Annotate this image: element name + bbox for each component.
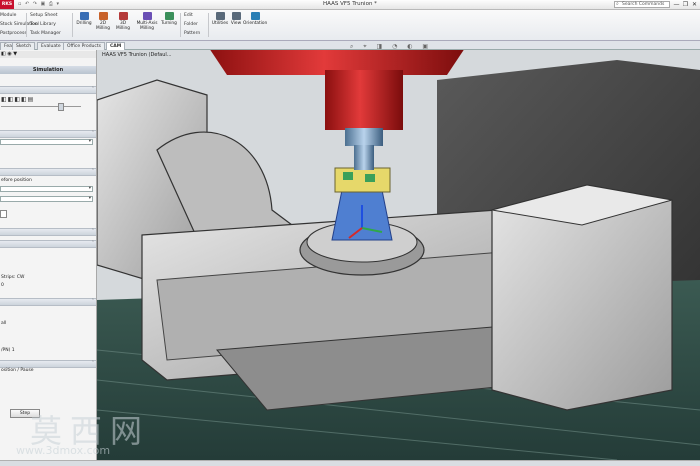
before-position-label: efore position [1, 178, 32, 183]
status-bar [0, 460, 700, 466]
all-label: all [1, 321, 7, 326]
machine-simulation-scene [97, 50, 700, 460]
task-manager-button[interactable]: Task Manager [30, 31, 61, 36]
tab-evaluate[interactable]: Evaluate [37, 42, 65, 50]
utilities-button[interactable]: Utilities [211, 12, 229, 26]
utilities-icon [215, 12, 225, 20]
3d-milling-icon [118, 12, 128, 20]
ribbon: Module Stock Simulation Postprocess Setu… [0, 10, 700, 41]
pattern-button[interactable]: Pattern [184, 31, 200, 36]
window-title: HAAS VF5 Trunion * [323, 1, 377, 7]
ribbon-left-item-postprocess[interactable]: Postprocess [0, 31, 27, 36]
heads-up-view-toolbar[interactable]: ⌕ ⌖ ◨ ◔ ◐ ▣ [350, 43, 432, 51]
edit-button[interactable]: Edit [184, 13, 193, 18]
ribbon-separator [180, 13, 181, 37]
drilling-icon [79, 12, 89, 20]
simulation-header: Simulation [0, 66, 96, 74]
speed-slider[interactable] [1, 106, 81, 107]
pn-label: /PN) 1 [1, 348, 15, 353]
speed-slider-thumb[interactable] [58, 103, 64, 111]
turning-button[interactable]: Turning [160, 12, 178, 26]
multi-axis-icon [142, 12, 152, 20]
maximize-button[interactable]: ❐ [681, 0, 690, 9]
watermark-url: www.3dmox.com [16, 444, 111, 457]
spindle-nose [345, 128, 383, 146]
panel-section-header[interactable]: ˄ [0, 168, 96, 176]
folder-button[interactable]: Folder [184, 22, 198, 27]
graphics-viewport[interactable] [97, 50, 700, 460]
strips-value: 0 [1, 283, 4, 288]
ribbon-separator [72, 13, 73, 37]
panel-icons[interactable]: ◧ ◉ ▼ [1, 51, 17, 57]
view-icon [231, 12, 241, 20]
feature-tree-root[interactable]: HAAS VF5 Trunion (Defaul... [102, 52, 172, 58]
panel-section-header[interactable]: ˄ [0, 240, 96, 248]
search-placeholder: Search Commands [622, 2, 665, 7]
orientation-button[interactable]: Orientation [243, 12, 267, 26]
3d-milling-button[interactable]: 3D Milling [114, 12, 132, 31]
search-icon: ⌕ [616, 1, 619, 7]
spindle-head [325, 70, 403, 130]
tab-cam[interactable]: CAM [106, 42, 126, 50]
ribbon-left-item-module[interactable]: Module [0, 13, 16, 18]
panel-section-header[interactable]: ˄ [0, 298, 96, 306]
strips-label: Strips: CW [1, 275, 25, 280]
playback-controls[interactable]: ◧◧◧◧▤ [1, 96, 34, 103]
panel-section-header[interactable]: ˄ [0, 130, 96, 138]
panel-toolbar: ◧ ◉ ▼ [0, 51, 96, 58]
2d-milling-button[interactable]: 2D Milling [94, 12, 112, 31]
orientation-icon [250, 12, 260, 20]
2d-milling-icon [98, 12, 108, 20]
panel-section-header[interactable]: ˄ [0, 228, 96, 236]
ribbon-separator [26, 13, 27, 37]
title-bar: RKS ▫ ↶ ↷ ▣ ⎙ ▾ HAAS VF5 Trunion * ⌕ Sea… [0, 0, 700, 10]
property-manager-panel: ◧ ◉ ▼ Simulation ˄ ◧◧◧◧▤ ˄ ▾ ˄ efore pos… [0, 50, 97, 465]
multi-axis-milling-button[interactable]: Multi-Axis Milling [136, 12, 158, 31]
dropdown-field[interactable]: ▾ [0, 186, 93, 192]
turning-icon [164, 12, 174, 20]
drilling-button[interactable]: Drilling [76, 12, 92, 26]
search-input[interactable]: ⌕ Search Commands [614, 1, 670, 8]
tool-library-button[interactable]: Tool Library [30, 22, 56, 27]
view-button[interactable]: View [229, 12, 243, 26]
setup-sheet-button[interactable]: Setup Sheet [30, 13, 58, 18]
value-field[interactable] [0, 210, 7, 218]
ribbon-separator [208, 13, 209, 37]
tab-sketch[interactable]: Sketch [12, 42, 36, 50]
position-pause-label: osition / Pause [1, 368, 34, 373]
minimize-button[interactable]: — [672, 0, 681, 9]
dropdown-field[interactable]: ▾ [0, 139, 93, 145]
dropdown-field[interactable]: ▾ [0, 196, 93, 202]
close-button[interactable]: ✕ [690, 0, 699, 9]
tab-office-products[interactable]: Office Products [63, 42, 105, 50]
tool-holder [354, 145, 374, 170]
panel-section-header[interactable]: ˄ [0, 360, 96, 368]
panel-section-header[interactable]: ˄ [0, 86, 96, 94]
